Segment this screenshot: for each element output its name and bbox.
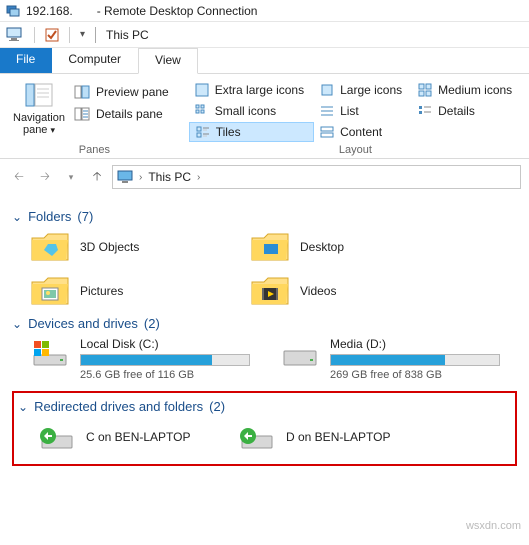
back-button[interactable]: 🡠 (8, 166, 30, 188)
crumb-separator[interactable]: › (139, 172, 142, 183)
capacity-bar (80, 354, 250, 366)
xl-icon (195, 83, 209, 97)
redirected-drive-d[interactable]: D on BEN-LAPTOP (236, 420, 416, 454)
details-pane-icon (74, 106, 90, 122)
drive-icon (280, 337, 320, 371)
lg-icon (320, 83, 334, 97)
navigation-pane-icon (24, 80, 54, 110)
ribbon-tabs: File Computer View (0, 48, 529, 74)
redirected-label: D on BEN-LAPTOP (286, 430, 390, 444)
folder-label: Videos (300, 284, 336, 298)
window-title: - Remote Desktop Connection (97, 4, 258, 18)
folder-desktop[interactable]: Desktop (250, 230, 450, 264)
sm-icon (195, 104, 209, 118)
drive-free-label: 269 GB free of 838 GB (330, 369, 500, 381)
breadcrumb-this-pc[interactable]: This PC (148, 170, 191, 184)
layout-medium[interactable]: Medium icons (412, 80, 522, 100)
drive-free-label: 25.6 GB free of 116 GB (80, 369, 250, 381)
location-label: This PC (106, 28, 149, 42)
preview-pane-icon (74, 84, 90, 100)
folder-pictures[interactable]: Pictures (30, 274, 230, 308)
panes-group-label: Panes (79, 144, 110, 156)
details-pane-button[interactable]: Details pane (70, 104, 173, 124)
chevron-down-icon: ⌄ (18, 400, 28, 414)
layout-extra-large[interactable]: Extra large icons (189, 80, 314, 100)
content-area: ⌄ Folders (7) 3D Objects Desktop Picture… (0, 195, 529, 478)
details-icon (418, 104, 432, 118)
up-button[interactable]: 🡡 (86, 166, 108, 188)
chevron-down-icon: ⌄ (12, 317, 22, 331)
folder-icon (250, 230, 290, 264)
content-icon (320, 125, 334, 139)
drive-media-d[interactable]: Media (D:) 269 GB free of 838 GB (280, 337, 510, 381)
rdp-icon (6, 4, 20, 18)
layout-content[interactable]: Content (314, 122, 412, 142)
layout-tiles[interactable]: Tiles (189, 122, 314, 142)
address-bar[interactable]: › This PC › (112, 165, 521, 189)
drive-icon (30, 337, 70, 371)
redirected-drive-icon (36, 420, 76, 454)
ribbon: Navigation pane ▾ Preview pane Details p… (0, 74, 529, 159)
redirected-highlight-box: ⌄ Redirected drives and folders (2) C on… (12, 391, 517, 466)
nav-pane-label: Navigation pane (13, 112, 65, 136)
folder-icon (250, 274, 290, 308)
folder-label: 3D Objects (80, 240, 139, 254)
redirected-drive-c[interactable]: C on BEN-LAPTOP (36, 420, 216, 454)
drive-local-c[interactable]: Local Disk (C:) 25.6 GB free of 116 GB (30, 337, 260, 381)
layout-small[interactable]: Small icons (189, 101, 314, 121)
drive-label: Media (D:) (330, 337, 500, 351)
section-devices-header[interactable]: ⌄ Devices and drives (2) (12, 316, 517, 331)
md-icon (418, 83, 432, 97)
layout-list[interactable]: List (314, 101, 412, 121)
drive-label: Local Disk (C:) (80, 337, 250, 351)
section-redirected-header[interactable]: ⌄ Redirected drives and folders (2) (18, 399, 511, 414)
forward-button[interactable]: 🡢 (34, 166, 56, 188)
tab-view[interactable]: View (138, 48, 198, 74)
watermark: wsxdn.com (466, 520, 521, 532)
folder-label: Pictures (80, 284, 123, 298)
layout-group-label: Layout (339, 144, 372, 156)
folder-label: Desktop (300, 240, 344, 254)
checkbox-icon[interactable] (45, 28, 59, 42)
layout-large[interactable]: Large icons (314, 80, 412, 100)
section-folders-header[interactable]: ⌄ Folders (7) (12, 209, 517, 224)
navigation-bar: 🡠 🡢 ▾ 🡡 › This PC › (0, 159, 529, 195)
redirected-label: C on BEN-LAPTOP (86, 430, 190, 444)
folder-3d-objects[interactable]: 3D Objects (30, 230, 230, 264)
folder-icon (30, 230, 70, 264)
this-pc-icon (117, 169, 133, 185)
monitor-icon[interactable] (6, 27, 24, 43)
titlebar: 192.168. - Remote Desktop Connection (0, 0, 529, 22)
list-icon (320, 104, 334, 118)
folder-videos[interactable]: Videos (250, 274, 450, 308)
chevron-down-icon: ⌄ (12, 210, 22, 224)
redirected-drive-icon (236, 420, 276, 454)
recent-locations-button[interactable]: ▾ (60, 166, 82, 188)
tiles-icon (196, 125, 210, 139)
preview-pane-button[interactable]: Preview pane (70, 82, 173, 102)
dropdown-icon[interactable]: ▾ (80, 29, 85, 40)
tab-file[interactable]: File (0, 48, 52, 73)
tab-computer[interactable]: Computer (52, 48, 138, 73)
group-layout: Extra large icons Large icons Medium ico… (183, 78, 528, 156)
layout-details[interactable]: Details (412, 101, 522, 121)
group-panes: Navigation pane ▾ Preview pane Details p… (6, 78, 183, 156)
navigation-pane-button[interactable]: Navigation pane ▾ (12, 78, 66, 136)
folder-icon (30, 274, 70, 308)
capacity-bar (330, 354, 500, 366)
window-ip: 192.168. (26, 4, 73, 18)
crumb-separator[interactable]: › (197, 172, 200, 183)
quick-access-toolbar: ▾ This PC (0, 22, 529, 48)
